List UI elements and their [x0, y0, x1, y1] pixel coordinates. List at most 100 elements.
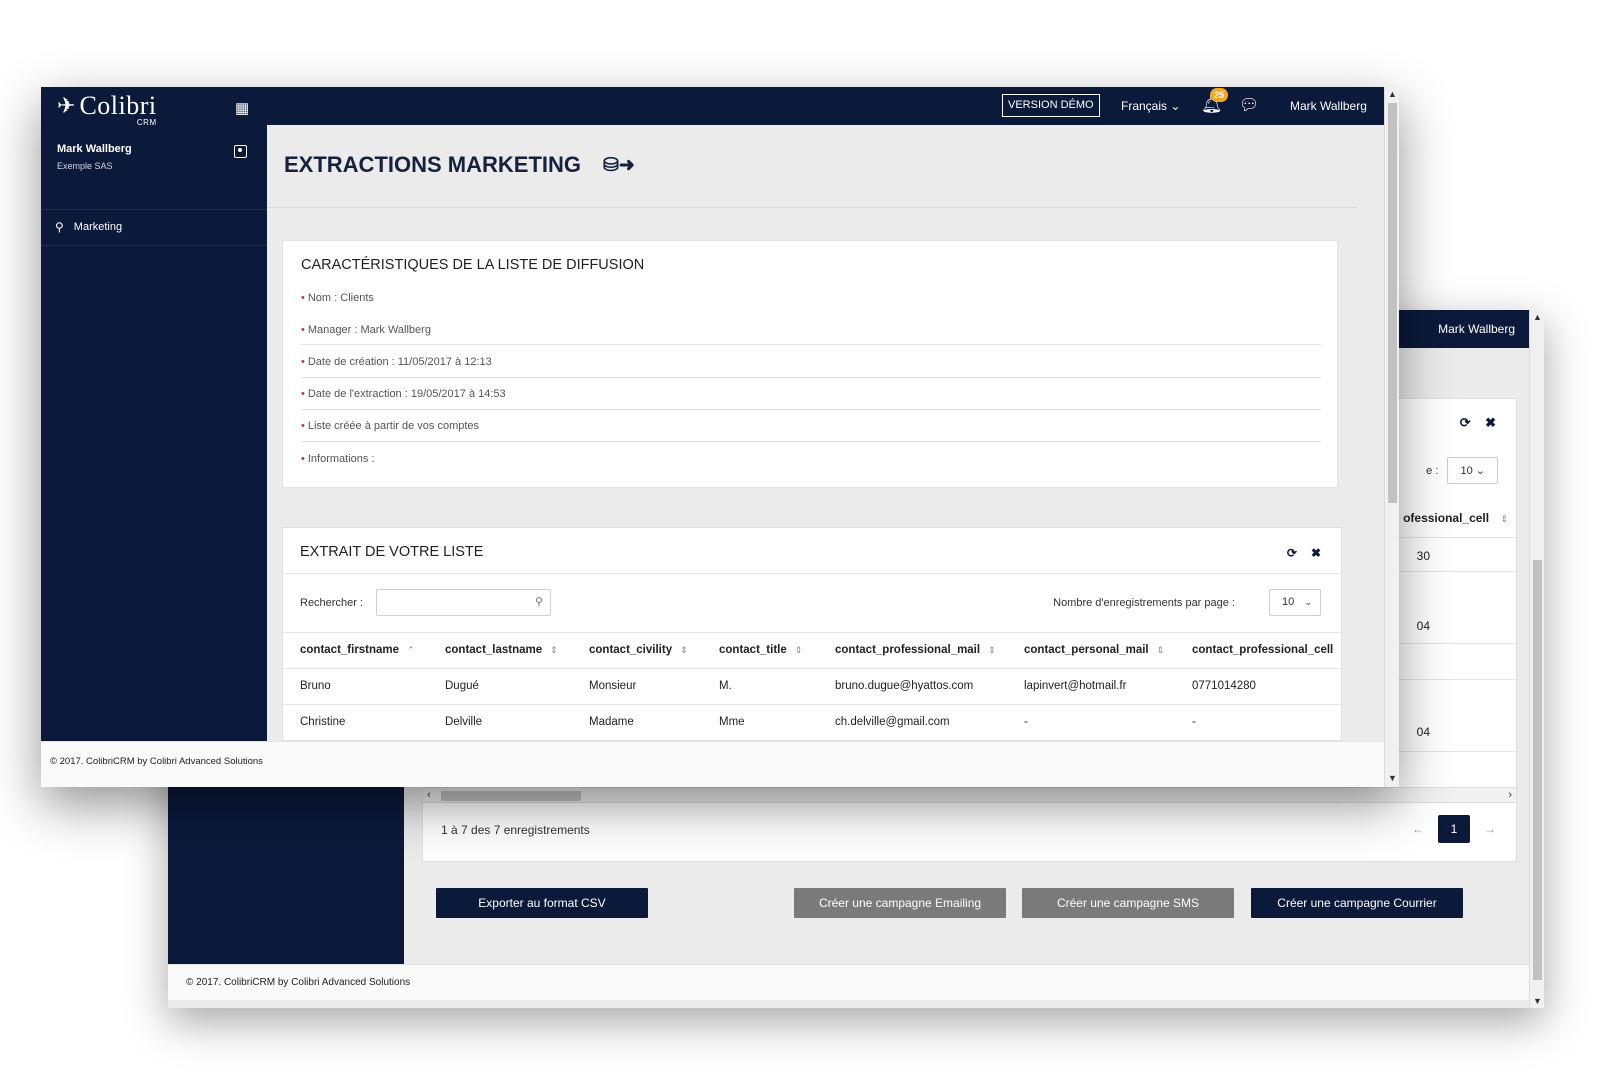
action-buttons: Exporter au format CSV Créer une campagn…	[436, 888, 1476, 918]
sidebar-divider	[41, 209, 267, 210]
list-extract-card: EXTRAIT DE VOTRE LISTE ⟳ ✖ Rechercher : …	[282, 527, 1342, 741]
card-title: CARACTÉRISTIQUES DE LA LISTE DE DIFFUSIO…	[301, 257, 645, 273]
sidebar-divider	[41, 245, 267, 246]
info-divider	[301, 377, 1321, 378]
export-database-icon[interactable]: ⛁➜	[603, 154, 635, 177]
column-header[interactable]: contact_personal_mail ⇕	[1024, 644, 1164, 656]
table-cell: 0771014280	[1192, 680, 1256, 692]
hummingbird-logo-icon: ✈	[57, 93, 76, 118]
card-title: EXTRAIT DE VOTRE LISTE	[300, 544, 484, 560]
sidebar-item-label: Marketing	[73, 221, 123, 233]
search-field: ⚲	[376, 589, 551, 616]
table-cell: Monsieur	[589, 680, 637, 692]
scrollbar-thumb[interactable]	[1388, 103, 1397, 503]
horizontal-scrollbar[interactable]: ‹ ›	[423, 787, 1516, 803]
pagination-info: 1 à 7 des 7 enregistrements	[441, 823, 590, 837]
export-csv-button[interactable]: Exporter au format CSV	[436, 888, 648, 918]
sidebar: Mark Wallberg Exemple SAS ⚲ Marketing	[41, 125, 267, 741]
card-header-divider	[283, 573, 1341, 574]
info-item: • Nom : Clients	[301, 292, 374, 304]
info-item: • Date de l'extraction : 19/05/2017 à 14:…	[301, 388, 506, 400]
column-header[interactable]: contact_lastname ⇕	[445, 644, 558, 656]
column-header[interactable]: contact_civility ⇕	[589, 644, 688, 656]
search-input[interactable]	[381, 593, 521, 612]
refresh-icon[interactable]: ⟳	[1287, 546, 1297, 560]
scroll-down-icon[interactable]: ▼	[1530, 996, 1544, 1006]
sort-icon: ⇕	[550, 645, 558, 655]
demo-version-button[interactable]: VERSION DÉMO	[1002, 94, 1100, 117]
close-icon[interactable]: ✖	[1485, 415, 1496, 430]
table-cell: -	[1192, 716, 1196, 728]
back-cell: 04	[1416, 725, 1430, 739]
back-per-page: e : 10 ⌄	[1426, 457, 1498, 484]
info-item: • Liste créée à partir de vos comptes	[301, 420, 480, 432]
column-header[interactable]: contact_professional_cell⇕	[1192, 644, 1342, 656]
sort-icon: ⇕	[1341, 645, 1342, 655]
chevron-down-icon: ⌄	[1475, 465, 1485, 477]
sort-icon: ⇕	[1156, 645, 1165, 655]
scrollbar-thumb[interactable]	[441, 791, 581, 801]
back-per-page-select[interactable]: 10 ⌄	[1447, 457, 1498, 484]
chat-icon[interactable]: 💬︎	[1239, 95, 1259, 115]
sidebar-item-marketing[interactable]: ⚲ Marketing	[55, 220, 122, 234]
back-user-name[interactable]: Mark Wallberg	[1438, 322, 1515, 336]
table-cell: Mme	[719, 716, 745, 728]
footer-text: © 2017. ColibriCRM by Colibri Advanced S…	[50, 756, 263, 767]
language-selector[interactable]: Français ⌄	[1121, 99, 1180, 113]
close-icon[interactable]: ✖	[1311, 546, 1321, 560]
table-row[interactable]: Bruno Dugué Monsieur M. bruno.dugue@hyat…	[283, 668, 1341, 704]
top-navbar: ✈ Colibri CRM ▦ VERSION DÉMO Français ⌄ …	[41, 87, 1384, 127]
chevron-down-icon: ⌄	[1304, 597, 1312, 607]
back-cell: 30	[1416, 549, 1430, 563]
info-divider	[301, 409, 1321, 410]
table-cell: Dugué	[445, 680, 479, 692]
table-cell: lapinvert@hotmail.fr	[1024, 680, 1127, 692]
courrier-campaign-button[interactable]: Créer une campagne Courrier	[1251, 888, 1463, 918]
list-characteristics-card: CARACTÉRISTIQUES DE LA LISTE DE DIFFUSIO…	[282, 240, 1338, 488]
chevron-down-icon: ⌄	[1170, 99, 1181, 113]
sort-icon: ⇕	[988, 645, 996, 655]
scroll-up-icon[interactable]: ▲	[1385, 89, 1399, 99]
page-button-current[interactable]: 1	[1438, 815, 1470, 843]
info-item: • Date de création : 11/05/2017 à 12:13	[301, 356, 492, 368]
user-menu[interactable]: Mark Wallberg	[1290, 99, 1367, 113]
table-row[interactable]: Christine Delville Madame Mme ch.delvill…	[283, 704, 1341, 740]
logo[interactable]: ✈ Colibri CRM	[57, 89, 157, 127]
per-page-select[interactable]: 10 ⌄	[1269, 589, 1321, 616]
card-tools: ⟳ ✖	[1287, 546, 1321, 560]
screenshot-stage: Mark Wallberg ⟳ ✖ e : 10 ⌄ ofessional_ce…	[0, 0, 1604, 1088]
column-header[interactable]: contact_firstname ⌃	[300, 644, 415, 656]
logo-text: Colibri CRM	[79, 91, 157, 127]
table-cell: Madame	[589, 716, 634, 728]
apps-grid-icon[interactable]: ▦	[235, 99, 249, 117]
info-divider	[301, 344, 1321, 345]
scrollbar-thumb[interactable]	[1533, 560, 1542, 980]
back-footer: © 2017. ColibriCRM by Colibri Advanced S…	[168, 964, 1529, 1000]
next-page-button[interactable]: →	[1484, 822, 1496, 836]
column-header[interactable]: contact_professional_mail ⇕	[835, 644, 996, 656]
title-divider	[267, 207, 1357, 208]
refresh-icon[interactable]: ⟳	[1460, 415, 1471, 430]
column-header[interactable]: contact_title ⇕	[719, 644, 802, 656]
sms-campaign-button[interactable]: Créer une campagne SMS	[1022, 888, 1234, 918]
prev-page-button[interactable]: ←	[1412, 822, 1424, 836]
table-cell: M.	[719, 680, 732, 692]
table-cell: -	[1024, 716, 1028, 728]
scroll-right-icon[interactable]: ›	[1508, 789, 1512, 801]
emailing-campaign-button[interactable]: Créer une campagne Emailing	[794, 888, 1006, 918]
table-cell: ch.delville@gmail.com	[835, 716, 950, 728]
sort-icon: ⇕	[680, 645, 688, 655]
footer: © 2017. ColibriCRM by Colibri Advanced S…	[41, 741, 1384, 787]
back-vertical-scrollbar[interactable]: ▲ ▼	[1529, 310, 1544, 1008]
scroll-left-icon[interactable]: ‹	[427, 789, 431, 801]
table-cell: bruno.dugue@hyattos.com	[835, 680, 974, 692]
back-column-header[interactable]: ofessional_cell ⇕	[1403, 511, 1508, 525]
vertical-scrollbar[interactable]: ▲ ▼	[1384, 87, 1399, 787]
table-header-row: contact_firstname ⌃ contact_lastname ⇕ con…	[283, 632, 1342, 668]
profile-card-icon[interactable]	[234, 145, 247, 158]
scroll-up-icon[interactable]: ▲	[1530, 312, 1544, 322]
table-cell: Christine	[300, 716, 346, 728]
back-cell: 04	[1416, 619, 1430, 633]
scroll-down-icon[interactable]: ▼	[1385, 773, 1399, 783]
search-icon: ⚲	[534, 596, 543, 608]
